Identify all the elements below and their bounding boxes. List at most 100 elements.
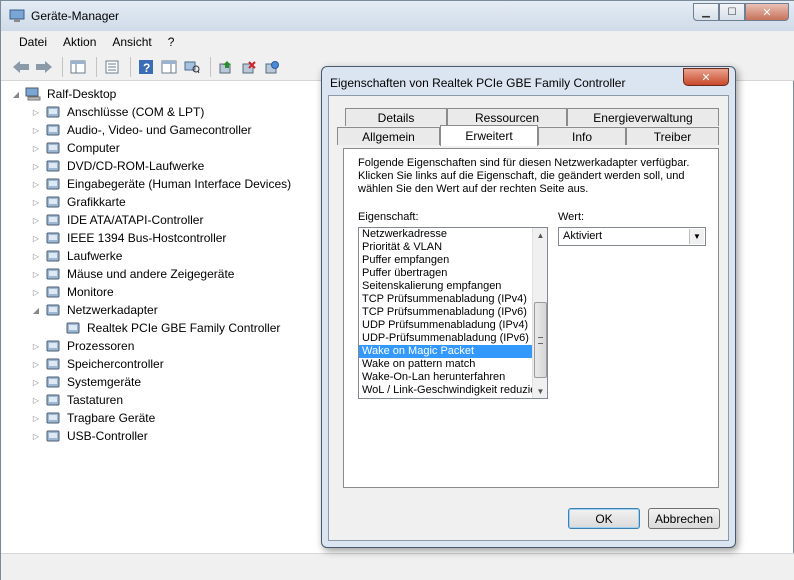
tree-children: ▷ Anschlüsse (COM & LPT) ▷ Audio-, Video- u…: [11, 103, 311, 445]
menu-ansicht[interactable]: Ansicht: [106, 31, 157, 53]
tree-item[interactable]: ▷ Systemgeräte: [31, 373, 311, 391]
dialog-close-button[interactable]: ✕: [683, 68, 729, 86]
ok-button[interactable]: OK: [568, 508, 640, 529]
expand-arrow-icon[interactable]: ▷: [31, 144, 41, 153]
tree-item[interactable]: ▷ Tastaturen: [31, 391, 311, 409]
expand-arrow-icon[interactable]: ▷: [31, 162, 41, 171]
collapse-arrow-icon[interactable]: ◢: [31, 306, 41, 315]
listbox-scrollbar[interactable]: ▲ ▼: [532, 228, 547, 398]
uninstall-icon[interactable]: [239, 57, 259, 77]
scan-hardware-changes-icon[interactable]: [262, 57, 282, 77]
close-button[interactable]: ✕: [745, 3, 789, 21]
tree-item[interactable]: ▷ IDE ATA/ATAPI-Controller: [31, 211, 311, 229]
list-item[interactable]: UDP-Prüfsummenabladung (IPv6): [359, 332, 533, 345]
tab-erweitert[interactable]: Erweitert: [440, 125, 538, 146]
expand-arrow-icon[interactable]: ▷: [31, 234, 41, 243]
tree-item[interactable]: ▷ Computer: [31, 139, 311, 157]
expand-arrow-icon[interactable]: ▷: [31, 432, 41, 441]
update-driver-icon[interactable]: [216, 57, 236, 77]
expand-arrow-icon[interactable]: ▷: [31, 288, 41, 297]
show-hide-action-pane-icon[interactable]: [159, 57, 179, 77]
tab-allgemein[interactable]: Allgemein: [337, 127, 440, 145]
forward-arrow-icon[interactable]: [34, 57, 54, 77]
device-tree: ◢ Ralf-Desktop ▷ Anschlüsse (COM & LPT) ▷ A…: [11, 85, 311, 445]
tree-item[interactable]: ▷ Monitore: [31, 283, 311, 301]
tab-info[interactable]: Info: [538, 127, 626, 145]
tree-item[interactable]: ▷ Prozessoren: [31, 337, 311, 355]
list-item[interactable]: Wake on pattern match: [359, 358, 533, 371]
list-item[interactable]: Wake on Magic Packet: [359, 345, 533, 358]
tab-treiber[interactable]: Treiber: [626, 127, 719, 145]
scroll-up-icon[interactable]: ▲: [535, 229, 546, 241]
tree-item[interactable]: ▷ IEEE 1394 Bus-Hostcontroller: [31, 229, 311, 247]
tab-details[interactable]: Details: [345, 108, 447, 126]
tree-root[interactable]: ◢ Ralf-Desktop: [11, 85, 311, 103]
properties-icon[interactable]: [102, 57, 122, 77]
maximize-button[interactable]: ☐: [719, 3, 745, 21]
tree-item[interactable]: ◢ Netzwerkadapter: [31, 301, 311, 319]
device-manager-icon: [9, 9, 25, 22]
tree-item[interactable]: ▷ Mäuse und andere Zeigegeräte: [31, 265, 311, 283]
tab-ressourcen[interactable]: Ressourcen: [447, 108, 567, 126]
list-item[interactable]: Puffer übertragen: [359, 267, 533, 280]
expand-arrow-icon[interactable]: ▷: [31, 252, 41, 261]
menu-datei[interactable]: Datei: [13, 31, 53, 53]
list-item[interactable]: WoL / Link-Geschwindigkeit reduzie: [359, 384, 533, 397]
advanced-panel: Folgende Eigenschaften sind für diesen N…: [343, 148, 719, 488]
expand-arrow-icon[interactable]: ▷: [31, 216, 41, 225]
collapse-arrow-icon[interactable]: ◢: [11, 90, 21, 99]
dialog-title: Eigenschaften von Realtek PCIe GBE Famil…: [330, 76, 626, 90]
expand-arrow-icon[interactable]: ▷: [31, 360, 41, 369]
show-hide-console-tree-icon[interactable]: [68, 57, 88, 77]
scrollbar-thumb[interactable]: [534, 302, 547, 378]
tree-item[interactable]: ▷ Audio-, Video- und Gamecontroller: [31, 121, 311, 139]
tree-item[interactable]: ▷ Laufwerke: [31, 247, 311, 265]
help-icon[interactable]: ?: [136, 57, 156, 77]
tree-item-label: Netzwerkadapter: [67, 303, 158, 317]
value-select[interactable]: Aktiviert ▼: [558, 227, 706, 246]
expand-arrow-icon[interactable]: ▷: [31, 108, 41, 117]
expand-arrow-icon[interactable]: ▷: [31, 270, 41, 279]
title-bar[interactable]: Geräte-Manager ▁ ☐ ✕: [1, 1, 794, 31]
chevron-down-icon[interactable]: ▼: [689, 229, 704, 244]
list-item[interactable]: Wake-On-Lan herunterfahren: [359, 371, 533, 384]
tab-strip: Details Ressourcen Energieverwaltung All…: [337, 108, 719, 148]
tree-item[interactable]: ▷ Tragbare Geräte: [31, 409, 311, 427]
property-listbox[interactable]: Netzwerkadresse Priorität & VLAN Puffer em…: [358, 227, 548, 399]
expand-arrow-icon[interactable]: ▷: [31, 126, 41, 135]
tree-item[interactable]: ▷ DVD/CD-ROM-Laufwerke: [31, 157, 311, 175]
menu-help[interactable]: ?: [162, 31, 181, 53]
scan-device-icon[interactable]: [182, 57, 202, 77]
expand-arrow-icon[interactable]: ▷: [31, 414, 41, 423]
expand-arrow-icon[interactable]: ▷: [31, 378, 41, 387]
tree-item-label: Eingabegeräte (Human Interface Devices): [67, 177, 292, 191]
menu-aktion[interactable]: Aktion: [57, 31, 102, 53]
expand-arrow-icon[interactable]: ▷: [31, 198, 41, 207]
tree-item-label: IDE ATA/ATAPI-Controller: [67, 213, 204, 227]
list-item[interactable]: TCP Prüfsummenabladung (IPv6): [359, 306, 533, 319]
tree-item[interactable]: ▷ Anschlüsse (COM & LPT): [31, 103, 311, 121]
list-item[interactable]: UDP Prüfsummenabladung (IPv4): [359, 319, 533, 332]
list-item[interactable]: Puffer empfangen: [359, 254, 533, 267]
tree-item[interactable]: ▷ Eingabegeräte (Human Interface Devices): [31, 175, 311, 193]
back-arrow-icon[interactable]: [11, 57, 31, 77]
speaker-icon: [46, 124, 60, 136]
cancel-button[interactable]: Abbrechen: [648, 508, 720, 529]
tab-energieverwaltung[interactable]: Energieverwaltung: [567, 108, 719, 126]
tree-item[interactable]: ▷ Grafikkarte: [31, 193, 311, 211]
list-item[interactable]: Priorität & VLAN: [359, 241, 533, 254]
tree-item[interactable]: ▷ Speichercontroller: [31, 355, 311, 373]
expand-arrow-icon[interactable]: ▷: [31, 180, 41, 189]
minimize-button[interactable]: ▁: [693, 3, 719, 21]
scroll-down-icon[interactable]: ▼: [535, 385, 546, 397]
hid-icon: [46, 178, 60, 190]
list-item[interactable]: Netzwerkadresse: [359, 228, 533, 241]
expand-arrow-icon[interactable]: ▷: [31, 396, 41, 405]
list-item[interactable]: TCP Prüfsummenabladung (IPv4): [359, 293, 533, 306]
toolbar-separator: [210, 56, 211, 77]
tree-item[interactable]: ▷ USB-Controller: [31, 427, 311, 445]
list-item[interactable]: Seitenskalierung empfangen: [359, 280, 533, 293]
tree-item[interactable]: Realtek PCIe GBE Family Controller: [31, 319, 311, 337]
expand-arrow-icon[interactable]: ▷: [31, 342, 41, 351]
tree-item-label: Computer: [67, 141, 120, 155]
